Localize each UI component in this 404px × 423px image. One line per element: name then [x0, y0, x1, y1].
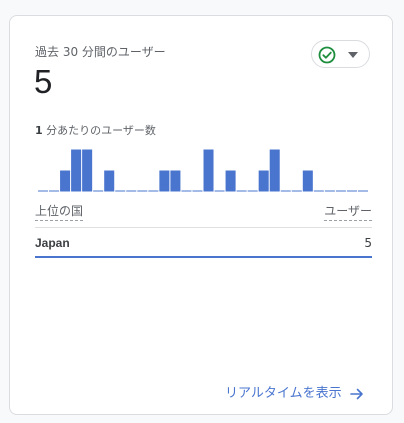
chart-bar-empty — [335, 190, 346, 192]
column-header-country[interactable]: 上位の国 — [35, 202, 84, 221]
caret-down-icon — [348, 52, 358, 58]
per-minute-label-number: 1 — [35, 124, 43, 137]
chart-bar — [104, 170, 115, 192]
row-share-bar — [35, 256, 372, 258]
chart-bar-empty — [115, 190, 126, 192]
view-realtime-link[interactable]: リアルタイムを表示 — [225, 382, 364, 402]
chart-bar-empty — [38, 190, 49, 192]
chart-bar-empty — [236, 190, 247, 192]
chart-bar-empty — [214, 190, 225, 192]
arrow-right-icon — [349, 388, 363, 399]
chart-bar-empty — [346, 190, 357, 192]
chart-bar — [159, 170, 170, 192]
table-header: 上位の国 ユーザー — [35, 202, 372, 222]
chart-bar — [258, 170, 269, 192]
chart-bar-empty — [181, 190, 192, 192]
row-users-value: 5 — [364, 236, 372, 250]
chart-bar-empty — [126, 190, 137, 192]
chart-bar — [269, 149, 280, 192]
per-minute-label-text: 分あたりのユーザー数 — [42, 124, 156, 137]
chart-bar — [71, 149, 82, 192]
chart-bar-empty — [280, 190, 291, 192]
chart-bar — [82, 149, 93, 192]
chart-bar-empty — [291, 190, 302, 192]
chart-bar — [225, 170, 236, 192]
chart-bar-empty — [357, 190, 368, 192]
table-row: Japan 5 — [35, 234, 372, 258]
chart-bar-empty — [192, 190, 203, 192]
realtime-users-card: 過去 30 分間のユーザー 5 1 分あたりのユーザー数 上位の国 ユーザー J… — [9, 15, 393, 415]
chart-bar — [170, 170, 181, 192]
row-country: Japan — [35, 236, 70, 250]
active-users-value: 5 — [34, 63, 53, 100]
chart-bar-empty — [247, 190, 258, 192]
view-realtime-label: リアルタイムを表示 — [225, 386, 342, 401]
status-dropdown-button[interactable] — [311, 40, 370, 68]
chart-bar — [60, 170, 71, 192]
per-minute-label: 1 分あたりのユーザー数 — [35, 122, 156, 138]
chart-bar-empty — [313, 190, 324, 192]
header-divider — [35, 227, 372, 228]
chart-bar-empty — [137, 190, 148, 192]
chart-bar-empty — [324, 190, 335, 192]
chart-bar — [203, 149, 214, 192]
users-per-minute-chart — [38, 149, 368, 192]
chart-bar — [302, 170, 313, 192]
card-title: 過去 30 分間のユーザー — [35, 45, 166, 59]
chart-bar-empty — [148, 190, 159, 192]
chart-bar-empty — [93, 190, 104, 192]
check-circle-icon — [318, 46, 336, 64]
chart-bar-empty — [49, 190, 60, 192]
column-header-users[interactable]: ユーザー — [324, 202, 372, 221]
